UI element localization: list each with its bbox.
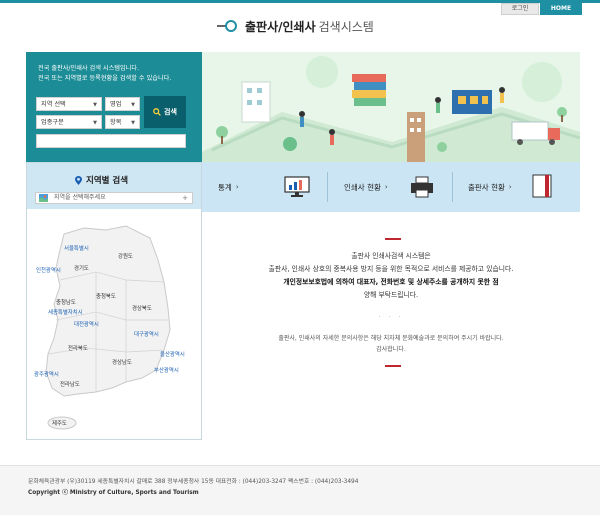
map-label-chungnam[interactable]: 충청남도 [56, 298, 76, 306]
quick-nav-bar: 통계 › 인쇄사 현황 › 출판사 현황 › [202, 162, 580, 212]
plus-icon: + [182, 194, 188, 202]
notice-line4: 양해 부탁드립니다. [363, 291, 419, 299]
map-label-seoul[interactable]: 서울특별시 [64, 244, 89, 252]
location-pin-icon [75, 175, 82, 185]
region-dropdown[interactable]: 지역을 선택해주세요 + [35, 192, 193, 204]
footer-address: 문화체육관광부 (우)30119 세종특별자치시 갈매로 388 정부세종청사 … [28, 479, 359, 485]
footer: 문화체육관광부 (우)30119 세종특별자치시 갈매로 388 정부세종청사 … [0, 465, 600, 515]
map-label-sejong[interactable]: 세종특별자치시 [48, 308, 83, 316]
map-label-gangwon[interactable]: 강원도 [118, 252, 133, 260]
map-label-daejeon[interactable]: 대전광역시 [74, 320, 99, 328]
notice-line3: 개인정보보호법에 의하여 대표자, 전화번호 및 상세주소를 공개하지 못한 점 [283, 278, 499, 286]
chevron-down-icon: ▼ [131, 120, 135, 126]
nav-divider [452, 172, 453, 202]
search-icon [153, 108, 161, 116]
notice-bottom-accent [385, 365, 401, 367]
search-input[interactable] [36, 134, 186, 148]
map-label-gwangju[interactable]: 광주광역시 [34, 370, 59, 378]
notice-top-accent [385, 238, 401, 240]
search-description: 전국 출판사/인쇄사 검색 시스템입니다. 전국 또는 지역별로 등록현황을 검… [38, 64, 198, 84]
logo-title-rest: 검색시스템 [318, 19, 374, 34]
notice-separator: · · · [378, 314, 404, 321]
korea-region-map: 서울특별시 인천광역시 경기도 강원도 충청남도 충청북도 세종특별자치시 대전… [26, 220, 202, 440]
region-select[interactable]: 지역 선택 ▼ [36, 97, 102, 111]
nav-divider [327, 172, 328, 202]
hero-illustration [202, 52, 580, 162]
map-label-ulsan[interactable]: 울산광역시 [160, 350, 185, 358]
notice-small1: 출판사, 인쇄사의 자세한 문의사항은 해당 지자체 문화예술과로 문의하여 주… [278, 335, 504, 342]
search-desc-line1: 전국 출판사/인쇄사 검색 시스템입니다. [38, 65, 140, 72]
map-label-chungbuk[interactable]: 충청북도 [96, 292, 116, 300]
item-select[interactable]: 항목 ▼ [105, 115, 140, 129]
map-label-gyeonggi[interactable]: 경기도 [74, 264, 89, 272]
region-search-title: 지역별 검색 [75, 174, 128, 186]
book-icon [532, 174, 552, 198]
notice-line1: 출판사 인쇄사검색 시스템은 [351, 252, 431, 260]
chevron-right-icon: › [508, 183, 512, 191]
home-button[interactable]: HOME [540, 3, 582, 15]
map-label-gyeongnam[interactable]: 경상남도 [112, 358, 132, 366]
logo-title-bold: 출판사/인쇄사 [245, 19, 316, 34]
search-desc-line2: 전국 또는 지역별로 등록현황을 검색할 수 있습니다. [38, 75, 172, 82]
notice-small2: 감사합니다. [376, 346, 406, 353]
search-button[interactable]: 검색 [144, 96, 186, 128]
region-search-header: 지역별 검색 지역을 선택해주세요 + [27, 163, 201, 209]
site-logo[interactable]: 출판사/인쇄사 검색시스템 [217, 15, 374, 37]
chevron-right-icon: › [384, 183, 388, 191]
chevron-down-icon: ▼ [93, 102, 97, 108]
map-label-jeonbuk[interactable]: 전라북도 [68, 344, 88, 352]
magnifier-logo-icon [217, 18, 239, 34]
top-bar: 로그인 HOME 출판사/인쇄사 검색시스템 [0, 0, 600, 52]
map-label-incheon[interactable]: 인천광역시 [36, 266, 61, 274]
chevron-down-icon: ▼ [93, 120, 97, 126]
chevron-down-icon: ▼ [131, 102, 135, 108]
nav-printer-status[interactable]: 인쇄사 현황 › [344, 162, 388, 212]
nav-stats[interactable]: 통계 › [218, 162, 239, 212]
notice-line2: 출판사, 인쇄사 상호의 중복사용 방지 등을 위한 목적으로 서비스를 제공하… [268, 265, 514, 273]
map-label-jeonnam[interactable]: 전라남도 [60, 380, 80, 388]
map-label-busan[interactable]: 부산광역시 [154, 366, 179, 374]
map-label-gyeongbuk[interactable]: 경상북도 [132, 304, 152, 312]
map-icon [39, 194, 48, 202]
monitor-chart-icon [284, 176, 310, 197]
industry-select[interactable]: 업종구분 ▼ [36, 115, 102, 129]
map-label-jeju[interactable]: 제주도 [52, 419, 67, 427]
business-select[interactable]: 영업 ▼ [105, 97, 140, 111]
footer-copyright: Copyright ⓒ Ministry of Culture, Sports … [28, 490, 199, 496]
nav-publisher-status[interactable]: 출판사 현황 › [468, 162, 512, 212]
login-button[interactable]: 로그인 [501, 3, 539, 15]
chevron-right-icon: › [235, 183, 239, 191]
map-label-daegu[interactable]: 대구광역시 [134, 330, 159, 338]
printer-icon [411, 176, 433, 198]
